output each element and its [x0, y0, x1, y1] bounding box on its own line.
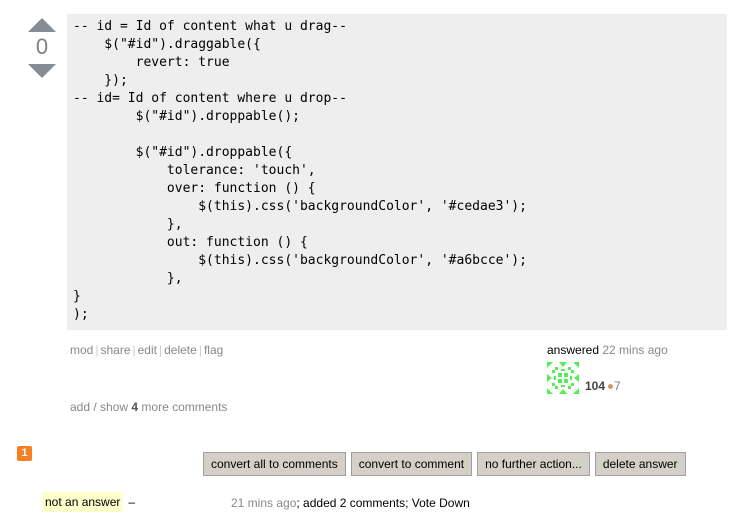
code-line: -- id = Id of content what u drag-- — [73, 19, 347, 34]
bronze-badge-icon — [608, 383, 614, 389]
flag-detail: 21 mins ago; added 2 comments; Vote Down — [231, 496, 470, 510]
flag-row: not an answer – — [42, 492, 135, 512]
vote-count: 0 — [35, 34, 49, 59]
moderation-actions: convert all to comments convert to comme… — [203, 452, 686, 476]
comments-suffix: more comments — [138, 400, 228, 414]
code-block: -- id = Id of content what u drag-- $("#… — [67, 14, 727, 330]
delete-answer-button[interactable]: delete answer — [594, 452, 686, 476]
code-line: }); — [104, 73, 128, 88]
delete-link[interactable]: delete — [164, 343, 197, 357]
user-info: answered 22 mins ago 104 7 — [547, 343, 668, 394]
convert-to-comment-button[interactable]: convert to comment — [350, 452, 473, 476]
identicon-avatar-icon[interactable] — [547, 362, 579, 394]
mod-link[interactable]: mod — [70, 343, 93, 357]
code-line: out: function () { — [166, 235, 308, 250]
flag-dash: – — [128, 495, 136, 509]
code-line: $("#id").droppable({ — [135, 145, 293, 160]
answered-time[interactable]: 22 mins ago — [602, 343, 667, 357]
bronze-badge-count: 7 — [614, 379, 621, 393]
code-line: $("#id").draggable({ — [104, 37, 261, 52]
show-more-comments-link[interactable]: add / show 4 more comments — [70, 400, 227, 414]
no-further-action-button[interactable]: no further action... — [477, 452, 590, 476]
flag-detail-text: ; added 2 comments; Vote Down — [296, 496, 470, 510]
code-line: tolerance: 'touch', — [166, 163, 316, 178]
flag-link[interactable]: flag — [204, 343, 223, 357]
code-line: ); — [73, 307, 89, 322]
code-line: $(this).css('backgroundColor', '#cedae3'… — [198, 199, 527, 214]
flag-time: 21 mins ago — [231, 496, 297, 510]
comments-prefix: add / show — [70, 400, 132, 414]
separator: | — [198, 343, 202, 357]
code-line: }, — [166, 271, 183, 286]
reputation-score: 104 — [585, 379, 606, 393]
code-line: $("#id").droppable(); — [135, 109, 300, 124]
flag-reason: not an answer — [42, 492, 124, 512]
vote-down-icon[interactable] — [28, 64, 56, 78]
code-line: revert: true — [135, 55, 230, 70]
code-line: }, — [166, 217, 183, 232]
separator: | — [132, 343, 136, 357]
vote-cell: 0 — [28, 18, 56, 78]
post-menu: mod | share | edit | delete | flag — [70, 343, 223, 357]
code-line: over: function () { — [166, 181, 316, 196]
share-link[interactable]: share — [100, 343, 130, 357]
code-line: } — [73, 289, 81, 304]
code-line: $(this).css('backgroundColor', '#a6bcce'… — [198, 253, 527, 268]
answered-label: answered — [547, 343, 600, 357]
reputation: 104 7 — [585, 379, 621, 393]
vote-up-icon[interactable] — [28, 18, 56, 32]
edit-link[interactable]: edit — [138, 343, 157, 357]
flag-count-badge: 1 — [17, 446, 32, 461]
convert-all-to-comments-button[interactable]: convert all to comments — [203, 452, 346, 476]
code-line: -- id= Id of content where u drop-- — [73, 91, 347, 106]
